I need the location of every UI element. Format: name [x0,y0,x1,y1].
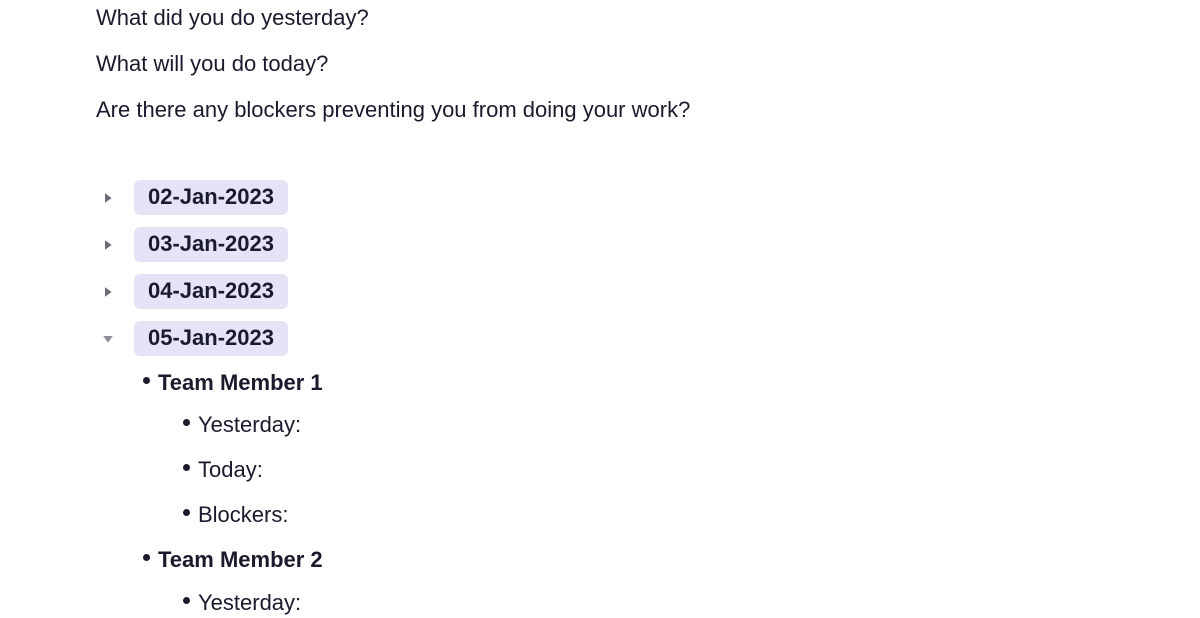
standup-question-today: What will you do today? [96,46,1200,81]
list-item: Blockers: [174,500,1200,531]
toggle-triangle-icon[interactable] [96,184,120,212]
date-toggle-list: 02-Jan-2023 03-Jan-2023 04-Jan-2023 05-J… [96,180,1200,618]
bullet-icon [174,464,198,471]
field-yesterday: Yesterday: [198,410,301,441]
toggle-triangle-icon[interactable] [96,278,120,306]
nested-list: Yesterday: Today: Blockers: [174,410,1200,530]
date-pill[interactable]: 02-Jan-2023 [134,180,288,215]
date-pill[interactable]: 05-Jan-2023 [134,321,288,356]
bullet-icon [134,377,158,384]
field-yesterday: Yesterday: [198,588,301,618]
toggle-item: 04-Jan-2023 [96,274,1200,309]
toggle-item: 03-Jan-2023 [96,227,1200,262]
team-member-label: Team Member 2 [158,545,323,576]
field-blockers: Blockers: [198,500,288,531]
list-item: Today: [174,455,1200,486]
date-pill[interactable]: 03-Jan-2023 [134,227,288,262]
list-item: Team Member 2 [134,545,1200,576]
bullet-icon [174,509,198,516]
toggle-item: 02-Jan-2023 [96,180,1200,215]
toggle-triangle-down-icon[interactable] [96,325,120,353]
team-member-label: Team Member 1 [158,368,323,399]
expanded-content: Team Member 1 Yesterday: Today: Blockers… [134,368,1200,618]
list-item: Yesterday: [174,410,1200,441]
bullet-icon [134,554,158,561]
list-item: Yesterday: [174,588,1200,618]
document-content: What did you do yesterday? What will you… [0,0,1200,618]
standup-question-blockers: Are there any blockers preventing you fr… [96,92,1200,127]
field-today: Today: [198,455,263,486]
bullet-icon [174,597,198,604]
date-pill[interactable]: 04-Jan-2023 [134,274,288,309]
standup-question-yesterday: What did you do yesterday? [96,0,1200,35]
list-item: Team Member 1 [134,368,1200,399]
bullet-icon [174,419,198,426]
nested-list: Yesterday: [174,588,1200,618]
toggle-triangle-icon[interactable] [96,231,120,259]
toggle-item-expanded: 05-Jan-2023 Team Member 1 Yesterday: Tod… [96,321,1200,618]
